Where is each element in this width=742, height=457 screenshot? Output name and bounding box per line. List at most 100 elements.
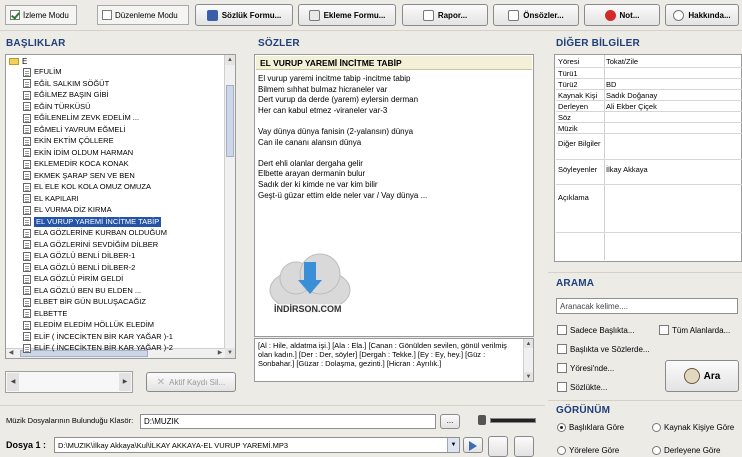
pause-button[interactable] — [488, 436, 508, 457]
edit-mode-toggle[interactable]: Düzenleme Modu — [97, 5, 189, 25]
tree-item[interactable]: ELA GÖZLÜ BEN BU ELDEN ... — [23, 286, 141, 296]
tree-item[interactable]: ELA GÖZLERİNİ SEVDİĞİM DİLBER — [23, 240, 158, 250]
view-mode-checkbox[interactable] — [10, 10, 20, 20]
tree-item[interactable]: ELA GÖZLÜ BENLİ DİLBER-1 — [23, 251, 135, 261]
scroll-up-icon[interactable]: ▲ — [225, 55, 235, 65]
volume-slider[interactable] — [490, 418, 536, 423]
tree-item[interactable]: EKİN EKTİM ÇÖLLERE — [23, 136, 114, 146]
search-option-region[interactable]: Yöresi'nde... — [557, 363, 614, 373]
glossary-scroll-up-icon[interactable]: ▲ — [524, 339, 533, 348]
tree-item[interactable]: EĞİL SALKIM SÖĞÜT — [23, 79, 109, 89]
ekleme-form-button[interactable]: Ekleme Formu... — [298, 4, 396, 26]
glossary-scrollbar[interactable]: ▲ ▼ — [523, 339, 533, 381]
music-folder-input[interactable]: D:\MUZIK — [140, 414, 436, 429]
nav-prev-icon[interactable]: ◀ — [7, 373, 19, 391]
search-button[interactable]: Ara — [665, 360, 739, 392]
hakkinda-button[interactable]: Hakkında... — [665, 4, 739, 26]
checkbox-icon[interactable] — [557, 325, 567, 335]
search-input[interactable]: Aranacak kelime.... — [556, 298, 738, 314]
info-key: Müzik — [558, 124, 578, 133]
tree-item[interactable]: EĞİLMEZ BAŞIN GİBİ — [23, 90, 109, 100]
music-folder-value: D:\MUZIK — [144, 417, 180, 426]
radio-icon[interactable] — [652, 423, 661, 432]
lyric-line: Dert vurup da derde (yarem) eylersin der… — [258, 95, 419, 105]
tree-item[interactable]: EKİN İDİM OLDUM HARMAN — [23, 148, 133, 158]
tree-item-label: ELA GÖZLÜ PİRİM GELDİ — [34, 274, 124, 283]
edit-mode-checkbox[interactable] — [102, 10, 112, 20]
tree-item-label: ELA GÖZLÜ BENLİ DİLBER-1 — [34, 251, 136, 260]
document-icon — [23, 67, 31, 77]
tree-item[interactable]: ELBETTE — [23, 309, 67, 319]
stop-button[interactable] — [514, 436, 534, 457]
option-label: Yöresi'nde... — [570, 363, 615, 373]
radio-icon[interactable] — [557, 446, 566, 455]
nav-next-icon[interactable]: ▶ — [119, 373, 131, 391]
tree-item[interactable]: EKMEK ŞARAP SEN VE BEN — [23, 171, 135, 181]
info-value[interactable]: Ali Ekber Çiçek — [606, 102, 657, 111]
info-value[interactable]: İlkay Akkaya — [606, 165, 648, 174]
checkbox-icon[interactable] — [659, 325, 669, 335]
view-by-region[interactable]: Yörelere Göre — [557, 446, 619, 455]
glossary-scroll-down-icon[interactable]: ▼ — [524, 372, 533, 381]
delete-record-button[interactable]: ✕ Aktif Kaydı Sil... — [146, 372, 236, 392]
play-button[interactable] — [463, 437, 483, 453]
browse-folder-button[interactable]: ... — [440, 414, 460, 429]
scroll-down-icon[interactable]: ▼ — [225, 348, 235, 358]
info-key: Yöresi — [558, 57, 580, 66]
checkbox-icon[interactable] — [557, 363, 567, 373]
tree-item[interactable]: EĞİN TÜRKÜSÜ — [23, 102, 91, 112]
tree-item[interactable]: ELA GÖZLÜ PİRİM GELDİ — [23, 274, 123, 284]
view-mode-toggle[interactable]: İzleme Modu — [5, 5, 77, 25]
watermark-logo: İNDİRSON.COM — [262, 248, 358, 320]
tree-item[interactable]: ELİF ( İNCECİKTEN BİR KAR YAĞAR )-2 — [23, 343, 173, 353]
view-by-source-person[interactable]: Kaynak Kişiye Göre — [652, 423, 734, 432]
sozluk-form-button[interactable]: Sözlük Formu... — [195, 4, 293, 26]
lyrics-title: EL VURUP YAREMİ İNCİTME TABİP — [260, 58, 402, 68]
tree-vscrollbar[interactable]: ▲ ▼ — [224, 55, 235, 358]
tree-item[interactable]: EL VURUP YAREMİ İNCİTME TABİP — [23, 216, 162, 227]
glossary-box[interactable]: [Al : Hile, aldatma işi.] [Ala : Ela.] [… — [254, 338, 534, 382]
not-button[interactable]: Not... — [584, 4, 660, 26]
tree-item[interactable]: ELA GÖZLERİNE KURBAN OLDUĞUM — [23, 228, 167, 238]
chevron-down-icon[interactable]: ▼ — [447, 438, 459, 452]
tree-root[interactable]: E — [9, 57, 27, 66]
rapor-button[interactable]: Rapor... — [402, 4, 488, 26]
info-value[interactable]: Sadık Doğanay — [606, 91, 657, 100]
checkbox-icon[interactable] — [557, 344, 567, 354]
music-file-select[interactable]: D:\MUZIK\İlkay Akkaya\Kul\İLKAY AKKAYA-E… — [54, 437, 460, 453]
tree-item-label: ELA GÖZLERİNE KURBAN OLDUĞUM — [34, 228, 167, 237]
search-option-title-lyrics[interactable]: Başlıkta ve Sözlerde... — [557, 344, 650, 354]
tree-item[interactable]: EFULİM — [23, 67, 62, 77]
checkbox-icon[interactable] — [557, 382, 567, 392]
music-file-value: D:\MUZIK\İlkay Akkaya\Kul\İLKAY AKKAYA-E… — [58, 440, 289, 450]
search-option-title-only[interactable]: Sadece Başlıkta... — [557, 325, 634, 335]
view-by-title[interactable]: Başlıklara Göre — [557, 423, 624, 432]
tree-item[interactable]: EKLEMEDİR KOCA KONAK — [23, 159, 129, 169]
radio-icon[interactable] — [557, 423, 566, 432]
radio-icon[interactable] — [652, 446, 661, 455]
search-placeholder: Aranacak kelime.... — [560, 301, 629, 311]
onsozler-button[interactable]: Önsözler... — [493, 4, 579, 26]
tree-item[interactable]: EĞİLENELİM ZEVK EDELİM ... — [23, 113, 139, 123]
search-option-all-fields[interactable]: Tüm Alanlarda... — [659, 325, 730, 335]
lyric-line: Her can kabul etmez -viraneler var-3 — [258, 105, 388, 115]
option-label: Yörelere Göre — [569, 446, 620, 455]
tree-item[interactable]: EL VURMA DİZ KIRMA — [23, 205, 112, 215]
info-value[interactable]: Tokat/Zile — [606, 57, 638, 66]
view-by-compiler[interactable]: Derleyene Göre — [652, 446, 720, 455]
info-row: Derleyen Ali Ekber Çiçek — [556, 101, 742, 112]
scroll-thumb[interactable] — [226, 85, 234, 157]
scroll-right-icon[interactable]: ▶ — [215, 349, 225, 358]
tree-item[interactable]: EĞMELİ YAVRUM EĞMELİ — [23, 125, 126, 135]
tree-item[interactable]: EL ELE KOL KOLA OMUZ OMUZA — [23, 182, 151, 192]
tree-item[interactable]: ELİF ( İNCECİKTEN BİR KAR YAĞAR )-1 — [23, 332, 173, 342]
scroll-left-icon[interactable]: ◀ — [6, 349, 16, 358]
tree-item[interactable]: ELBET BİR GÜN BULUŞACAĞIZ — [23, 297, 146, 307]
tree-item[interactable]: ELEDİM ELEDİM HÖLLÜK ELEDİM — [23, 320, 154, 330]
tree-item-label: ELA GÖZLERİNİ SEVDİĞİM DİLBER — [34, 239, 159, 249]
info-value[interactable]: BD — [606, 80, 616, 89]
search-option-dictionary[interactable]: Sözlükte... — [557, 382, 607, 392]
tree-item[interactable]: EL KAPILARI — [23, 194, 79, 204]
record-navigator[interactable]: ◀ ▶ — [5, 371, 133, 393]
tree-item[interactable]: ELA GÖZLÜ BENLİ DİLBER-2 — [23, 263, 135, 273]
